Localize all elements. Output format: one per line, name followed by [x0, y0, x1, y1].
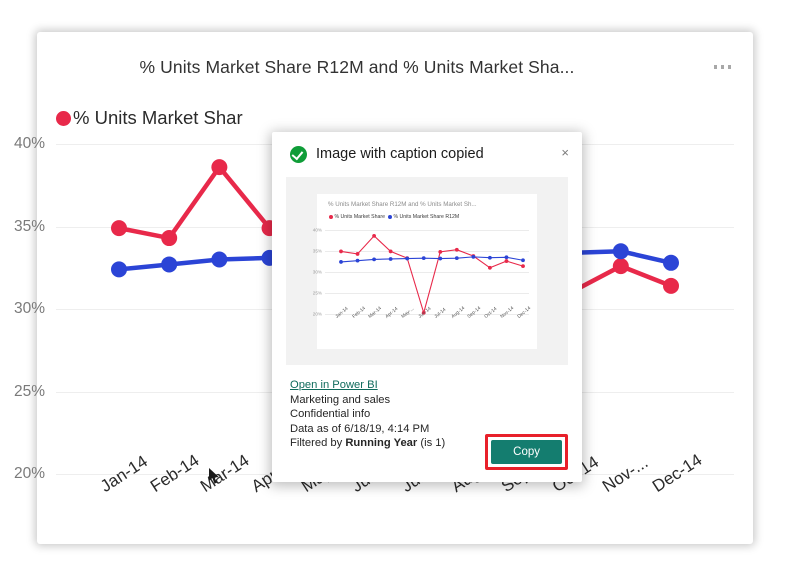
preview-legend-label-red: % Units Market Share [334, 213, 385, 220]
chart-legend: % Units Market Shar [56, 107, 243, 129]
caption-filter-prefix: Filtered by [290, 437, 346, 449]
series-data-point [454, 255, 459, 260]
preview-legend-swatch-blue [387, 214, 392, 219]
series-line [340, 255, 524, 262]
series-data-point [405, 256, 410, 260]
series-data-point [339, 249, 343, 253]
caption-workspace: Marketing and sales [290, 393, 391, 406]
y-axis-tick-label: 35% [312, 248, 322, 253]
kebab-dot [713, 65, 717, 69]
series-data-point [372, 257, 376, 261]
legend-swatch-units-market-share [56, 110, 71, 126]
open-in-power-bi-link[interactable]: Open in Power BI [290, 379, 378, 391]
series-data-point [355, 258, 360, 263]
series-data-point [612, 243, 629, 260]
y-axis-tick-label: 20% [13, 465, 45, 482]
preview-chart-title: % Units Market Share R12M and % Units Ma… [328, 200, 477, 208]
series-data-point [454, 247, 459, 252]
preview-legend-item-units-market-share-r12m: % Units Market Share R12M [387, 213, 460, 220]
y-axis-tick-label: 30% [312, 269, 322, 274]
more-options-icon[interactable] [713, 65, 731, 69]
copy-button-highlight: Copy [485, 434, 568, 470]
open-in-power-bi-link-row: Open in Power BI [290, 378, 582, 393]
y-axis-tick-label: 20% [312, 311, 322, 316]
close-icon[interactable]: × [561, 146, 569, 159]
series-data-point [355, 251, 360, 256]
series-data-point [438, 249, 443, 254]
series-data-point [339, 259, 343, 264]
series-data-point [211, 251, 228, 268]
dialog-header: Image with caption copied × [272, 132, 582, 176]
y-axis-tick-label: 25% [312, 290, 322, 295]
y-axis-tick-label: 35% [13, 217, 45, 235]
series-data-point [111, 220, 127, 237]
series-data-point [488, 255, 492, 260]
preview-thumbnail: % Units Market Share R12M and % Units Ma… [313, 193, 537, 349]
mouse-cursor-icon [209, 468, 219, 484]
preview-chart-plot: 40% 35% 30% 25% 20% Jan-14 Feb-14 Mar-14 Apr-14… [313, 227, 532, 319]
preview-legend-item-units-market-share: % Units Market Share [329, 214, 385, 220]
series-data-point [521, 257, 525, 262]
preview-legend-label-blue: % Units Market Share R12M [393, 213, 460, 220]
caption-filter-suffix: (is 1) [417, 437, 446, 449]
check-circle-icon [290, 145, 307, 163]
series-data-point [438, 256, 443, 260]
preview-legend-swatch-red [329, 214, 333, 219]
kebab-dot [727, 65, 731, 69]
series-data-point [161, 230, 178, 247]
series-data-point [663, 254, 679, 271]
screenshot-root: % Units Market Share R12M and % Units Ma… [0, 0, 790, 563]
series-data-point [612, 258, 629, 275]
series-data-point [372, 233, 376, 238]
series-data-point [421, 255, 426, 260]
series-data-point [471, 254, 476, 259]
series-data-point [111, 261, 127, 278]
y-axis-tick-label: 25% [13, 382, 45, 400]
y-axis-tick-label: 40% [312, 227, 322, 232]
legend-label-units-market-share: % Units Market Shar [73, 107, 243, 128]
image-preview-container: % Units Market Share R12M and % Units Ma… [286, 177, 568, 365]
series-data-point [488, 265, 492, 270]
series-data-point [521, 263, 525, 268]
preview-chart-plot-area: Jan-14 Feb-14 Mar-14 Apr-14 May-... Jun-14 Jul… [335, 230, 532, 319]
series-line [340, 234, 524, 315]
series-data-point [161, 256, 178, 273]
series-data-point [504, 258, 509, 263]
preview-chart-series-layer [339, 233, 525, 315]
series-data-point [663, 277, 679, 294]
y-axis-tick-label: 40% [13, 135, 45, 152]
series-data-point [211, 159, 228, 176]
series-data-point [504, 254, 509, 259]
series-data-point [388, 249, 393, 253]
series-data-point [388, 256, 393, 261]
y-axis-tick-label: 30% [13, 300, 45, 317]
report-visual-card: % Units Market Share R12M and % Units Ma… [14, 32, 753, 544]
copy-button[interactable]: Copy [491, 440, 562, 464]
image-copied-dialog: Image with caption copied × % Units Mark… [272, 132, 582, 482]
caption-filter-field: Running Year [345, 437, 418, 449]
dialog-title: Image with caption copied [316, 146, 484, 162]
caption-sensitivity: Confidential info [290, 408, 371, 420]
copy-button-zone: Copy [485, 434, 568, 470]
page-title: % Units Market Share R12M and % Units Ma… [139, 57, 575, 77]
preview-chart-legend: % Units Market Share % Units Market Shar… [329, 214, 529, 220]
kebab-dot [720, 65, 724, 69]
